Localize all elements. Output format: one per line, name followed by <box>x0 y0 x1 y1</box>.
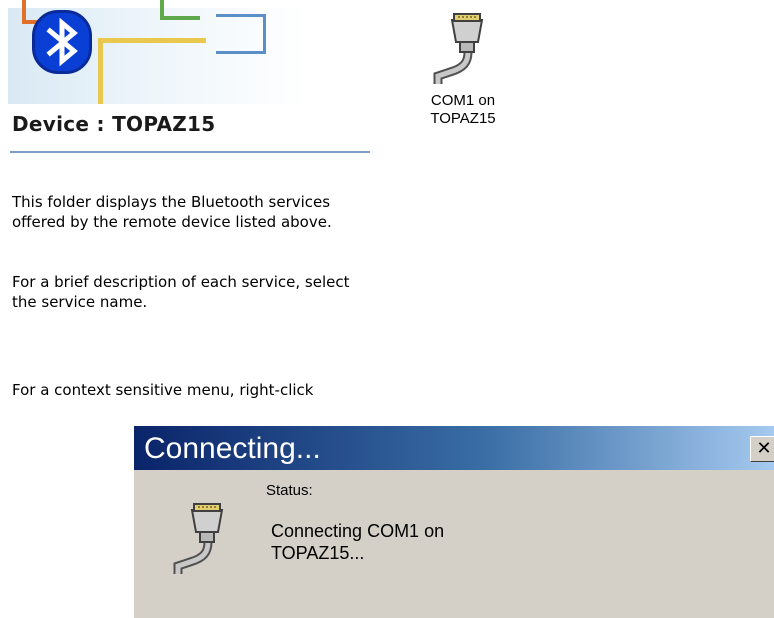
decor-square-green <box>160 0 200 20</box>
service-label: COM1 on <box>430 92 496 109</box>
status-label: Status: <box>266 482 313 499</box>
service-item-com1[interactable]: COM1 on TOPAZ15 <box>408 92 518 128</box>
serial-port-icon[interactable] <box>430 12 494 84</box>
dialog-title: Connecting... <box>144 432 321 465</box>
header-banner <box>0 0 370 112</box>
connecting-dialog: Connecting... ✕ Status: Connecting COM1 … <box>133 426 774 618</box>
decor-square-yellow <box>98 38 206 104</box>
title-divider <box>10 151 370 153</box>
decor-square-blue <box>216 14 266 54</box>
bluetooth-icon <box>32 10 92 74</box>
close-button[interactable]: ✕ <box>750 436 774 462</box>
status-message-line: Connecting COM1 on <box>271 521 445 541</box>
status-message: Connecting COM1 on TOPAZ15... <box>271 520 571 564</box>
description-paragraph: For a brief description of each service,… <box>12 273 350 311</box>
dialog-titlebar[interactable]: Connecting... <box>134 426 774 470</box>
service-label: TOPAZ15 <box>430 110 496 127</box>
description-paragraph: This folder displays the Bluetooth servi… <box>12 193 332 231</box>
description-paragraph: For a context sensitive menu, right-clic… <box>12 381 314 399</box>
status-message-line: TOPAZ15... <box>271 543 365 563</box>
serial-port-icon <box>170 502 234 574</box>
page-title: Device : TOPAZ15 <box>12 112 216 136</box>
